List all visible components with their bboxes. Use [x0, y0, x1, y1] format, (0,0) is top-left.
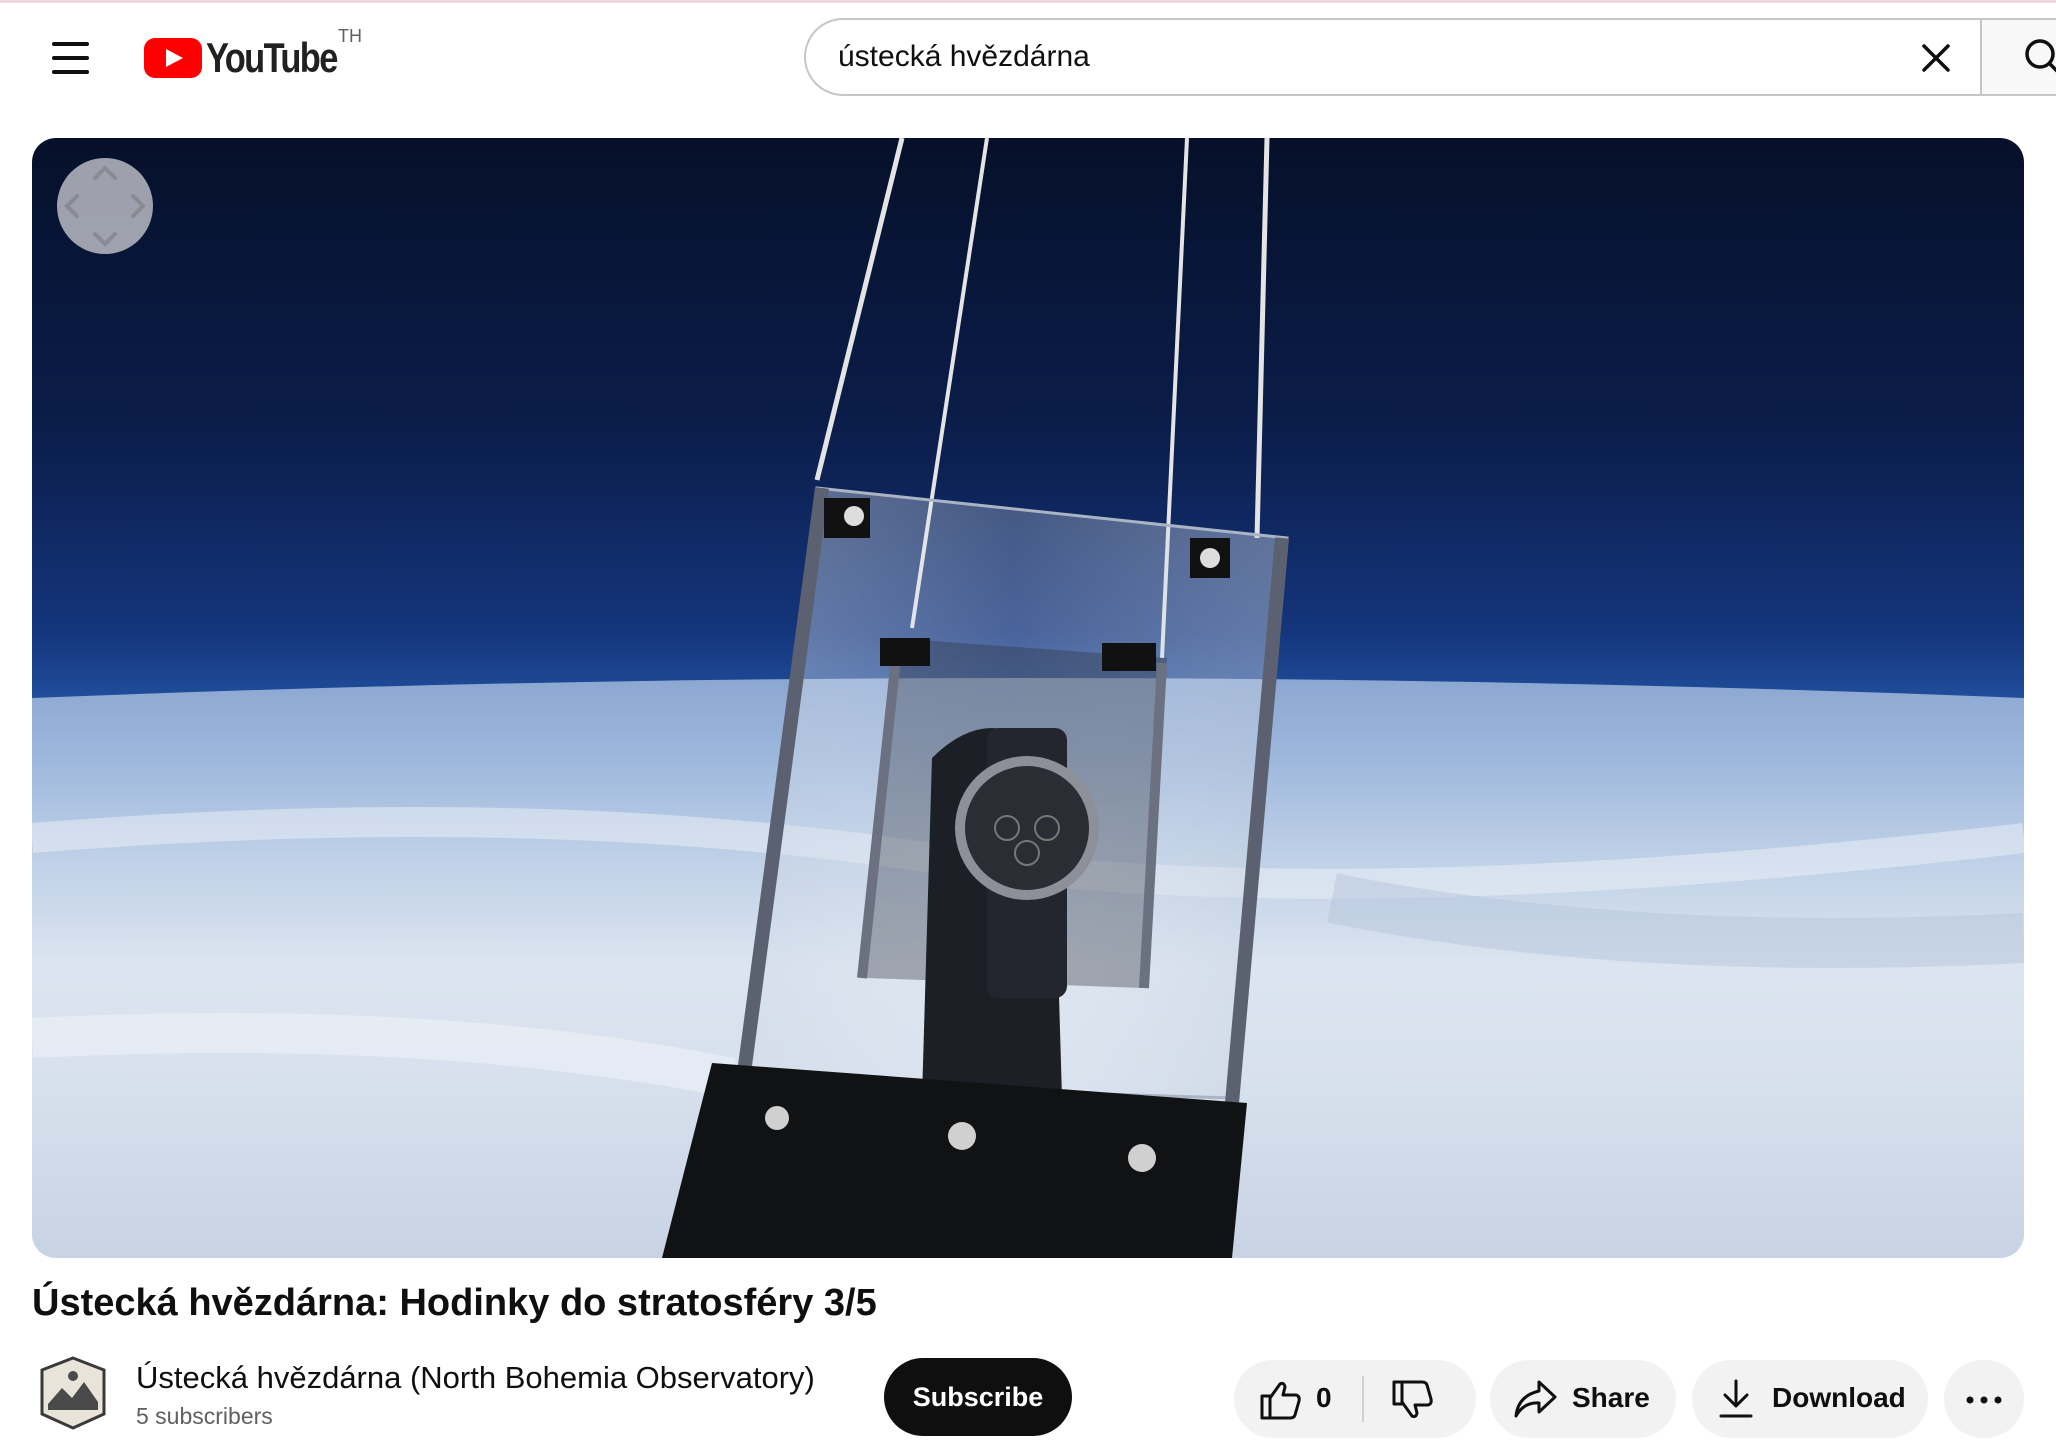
download-icon [1719, 1379, 1753, 1418]
like-button[interactable]: 0 [1234, 1360, 1362, 1438]
search-input[interactable] [838, 30, 1838, 84]
like-icon [1260, 1381, 1301, 1420]
top-accent-line [0, 0, 2056, 3]
share-icon [1514, 1380, 1557, 1418]
channel-avatar[interactable] [38, 1356, 108, 1430]
subscriber-count: 5 subscribers [136, 1403, 273, 1429]
clear-icon[interactable] [1916, 38, 1956, 78]
share-button[interactable]: Share [1490, 1360, 1676, 1438]
more-icon [1966, 1396, 2002, 1404]
search-box [804, 18, 1980, 96]
like-dislike-group: 0 [1234, 1360, 1476, 1438]
download-label: Download [1772, 1382, 1906, 1413]
360-navigation-icon [64, 165, 146, 247]
youtube-logo-icon [144, 38, 202, 78]
search-button[interactable] [1980, 18, 2056, 96]
360-navigation-control[interactable] [57, 158, 153, 254]
share-label: Share [1572, 1382, 1650, 1413]
subscribe-button[interactable]: Subscribe [884, 1358, 1072, 1436]
more-actions-button[interactable] [1944, 1360, 2024, 1438]
dislike-button[interactable] [1364, 1360, 1476, 1438]
download-button[interactable]: Download [1692, 1360, 1928, 1438]
region-code: TH [338, 26, 362, 46]
video-frame [32, 138, 2024, 1258]
channel-name[interactable]: Ústecká hvězdárna (North Bohemia Observa… [136, 1360, 815, 1396]
dislike-icon [1392, 1380, 1433, 1419]
video-player[interactable] [32, 138, 2024, 1258]
search-icon [2025, 39, 2056, 73]
like-count: 0 [1316, 1382, 1332, 1413]
video-title: Ústecká hvězdárna: Hodinky do stratosfér… [32, 1282, 877, 1324]
youtube-logo[interactable]: YouTube [144, 32, 365, 84]
logo-text: YouTube [206, 34, 338, 81]
menu-icon[interactable] [40, 30, 104, 86]
